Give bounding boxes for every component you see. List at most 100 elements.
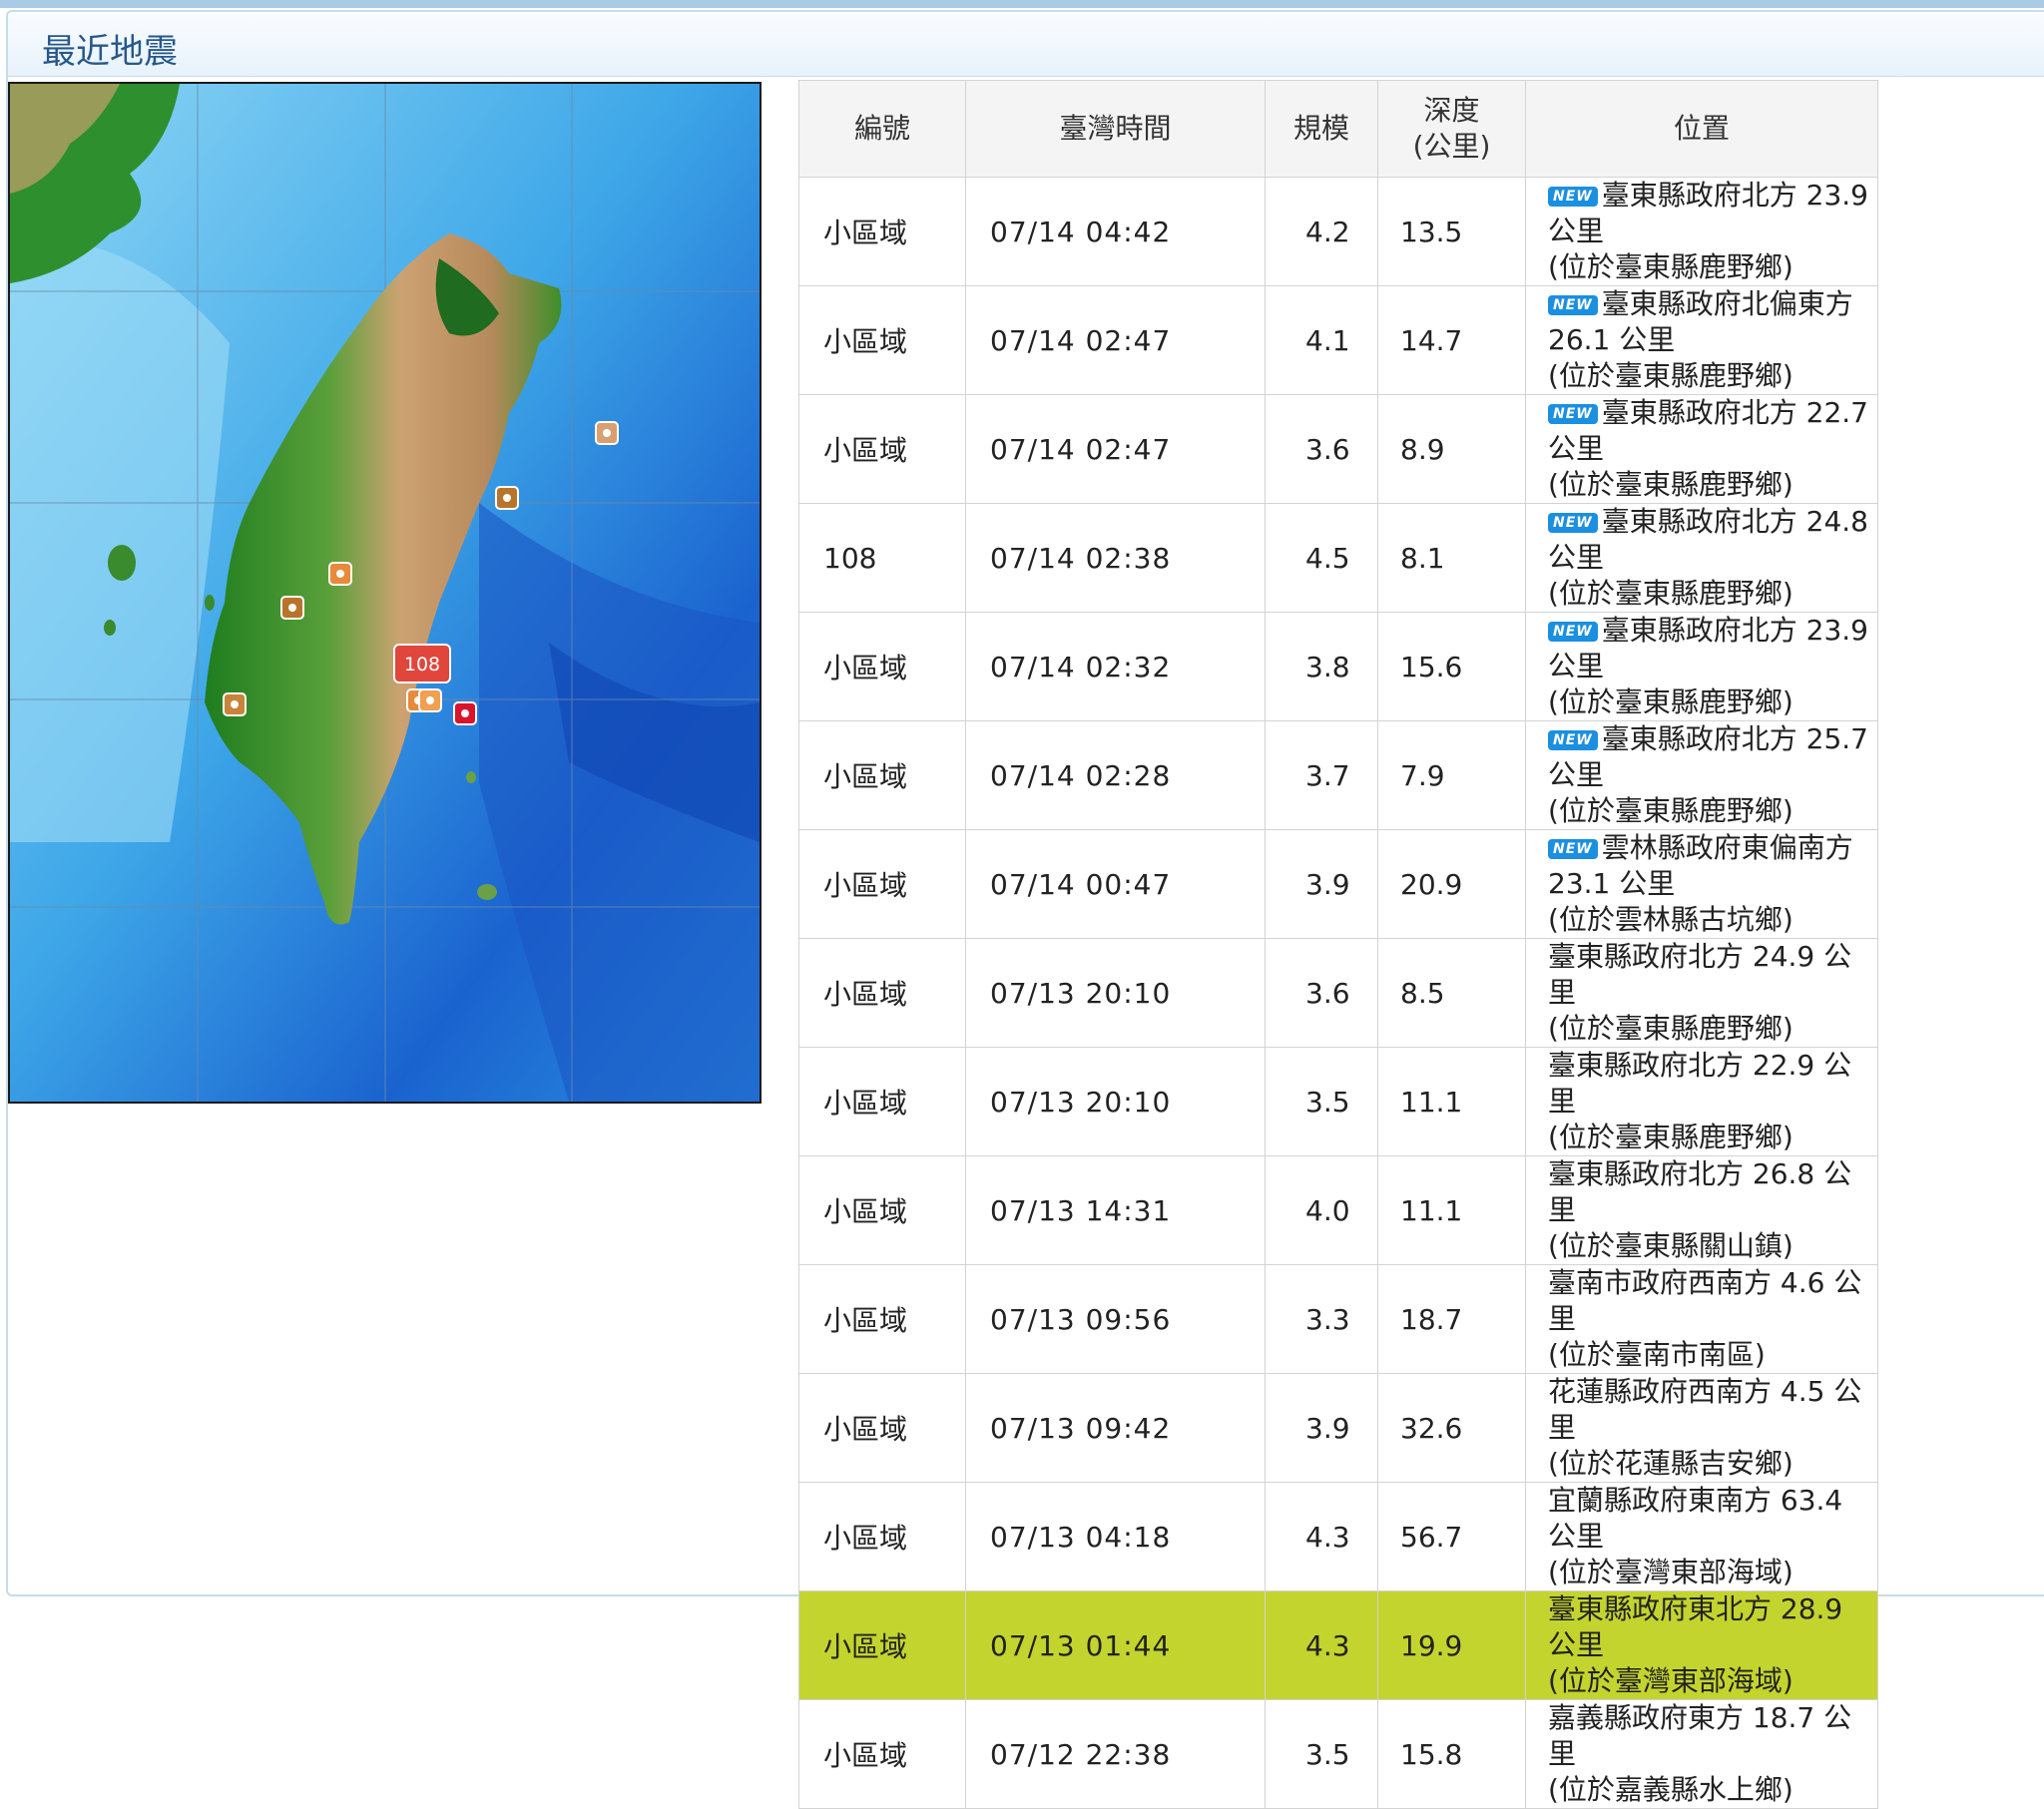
cell-magnitude: 4.5 [1265,503,1378,613]
cell-id: 小區域 [798,829,966,939]
table-row[interactable]: 小區域 07/14 02:32 3.8 15.6 NEW 臺東縣政府北方 23.9 公里(… [798,612,1878,721]
cell-magnitude: 4.3 [1265,1590,1378,1700]
column-header-magnitude: 規模 [1265,80,1378,178]
location-district: (位於臺東縣關山鎮) [1548,1229,1793,1262]
location-district: (位於臺灣東部海域) [1548,1556,1793,1588]
location-district: (位於臺東縣鹿野鄉) [1548,468,1793,501]
cell-id: 小區域 [798,612,966,721]
cell-location[interactable]: NEW 臺東縣政府北方 23.9 公里 (位於臺東縣鹿野鄉) [1525,177,1878,286]
cell-location[interactable]: 花蓮縣政府西南方 4.5 公里 (位於花蓮縣吉安鄉) [1525,1373,1878,1483]
epicenter-marker[interactable] [280,596,304,620]
location-text: 臺東縣政府北方 24.9 公里 [1548,940,1852,1009]
cell-depth: 32.6 [1377,1373,1526,1483]
table-row[interactable]: 小區域 07/14 02:47 4.1 14.7 NEW 臺東縣政府北偏東方 26.1 公… [798,285,1878,395]
table-row[interactable]: 小區域 07/13 20:10 3.6 8.5 臺東縣政府北方 24.9 公里 (位於臺東… [798,938,1878,1048]
cell-location[interactable]: NEW 臺東縣政府北方 25.7 公里 (位於臺東縣鹿野鄉) [1525,720,1878,830]
location-district: (位於嘉義縣水上鄉) [1548,1773,1793,1806]
epicenter-marker[interactable] [328,562,352,586]
location-district: (位於雲林縣古坑鄉) [1548,903,1793,936]
cell-magnitude: 3.9 [1265,1373,1378,1483]
cell-magnitude: 3.8 [1265,612,1378,721]
new-badge: NEW [1548,730,1598,750]
new-badge: NEW [1548,839,1598,859]
cell-magnitude: 3.6 [1265,938,1378,1048]
location-district: (位於臺東縣鹿野鄉) [1548,1121,1793,1153]
location-district: (位於臺南市南區) [1548,1338,1766,1371]
cell-depth: 8.5 [1377,938,1526,1048]
cell-location[interactable]: NEW 臺東縣政府北方 24.8 公里 (位於臺東縣鹿野鄉) [1525,503,1878,613]
cell-time: 07/14 00:47 [965,829,1266,939]
top-strip [0,0,2044,8]
featured-quake-label: 108 [404,654,440,676]
cell-magnitude: 3.6 [1265,394,1378,504]
cell-id: 小區域 [798,1699,966,1809]
location-text: 花蓮縣政府西南方 4.5 公里 [1548,1375,1862,1444]
location-text: 臺東縣政府東北方 28.9 公里 [1548,1592,1843,1661]
featured-quake-marker[interactable]: 108 [393,644,451,683]
cell-id: 108 [798,503,966,613]
cell-location[interactable]: 宜蘭縣政府東南方 63.4 公里 (位於臺灣東部海域) [1525,1482,1878,1591]
table-row[interactable]: 小區域 07/14 02:47 3.6 8.9 NEW 臺東縣政府北方 22.7 公里 (位… [798,394,1878,504]
cell-id: 小區域 [798,938,966,1048]
location-text: 臺東縣政府北方 26.8 公里 [1548,1157,1852,1226]
depth-header-line2: (公里) [1412,130,1491,163]
earthquake-table: 編號 臺灣時間 規模 深度 (公里) 位置 小區域 07/14 04:42 4.2 1… [798,80,1878,1809]
cell-location[interactable]: 臺東縣政府東北方 28.9 公里 (位於臺灣東部海域) [1525,1590,1878,1700]
cell-depth: 20.9 [1377,829,1526,939]
cell-location[interactable]: 嘉義縣政府東方 18.7 公里 (位於嘉義縣水上鄉) [1525,1699,1878,1809]
map-canvas: 108 [10,84,760,1102]
location-district: (位於臺灣東部海域) [1548,1664,1793,1697]
epicenter-marker[interactable] [418,688,442,712]
table-row[interactable]: 小區域 07/13 04:18 4.3 56.7 宜蘭縣政府東南方 63.4 公里 (位於… [798,1482,1878,1591]
cell-depth: 11.1 [1377,1047,1526,1156]
cell-depth: 8.1 [1377,503,1526,613]
location-district: (位於臺東縣鹿野鄉) [1548,359,1793,392]
cell-depth: 56.7 [1377,1482,1526,1591]
location-district: (位於臺東縣鹿野鄉) [1548,1012,1793,1045]
cell-location[interactable]: 臺東縣政府北方 22.9 公里 (位於臺東縣鹿野鄉) [1525,1047,1878,1156]
cell-magnitude: 4.2 [1265,177,1378,286]
epicenter-marker[interactable] [223,692,247,716]
table-header-row: 編號 臺灣時間 規模 深度 (公里) 位置 [798,80,1878,178]
cell-location[interactable]: NEW 臺東縣政府北方 23.9 公里 (位於臺東縣鹿野鄉) [1525,612,1878,721]
table-row[interactable]: 小區域 07/14 02:28 3.7 7.9 NEW 臺東縣政府北方 25.7 公里 (位… [798,720,1878,830]
cell-time: 07/14 02:32 [965,612,1266,721]
panel-header: 最近地震 [8,14,2044,77]
table-row[interactable]: 小區域 07/13 09:56 3.3 18.7 臺南市政府西南方 4.6 公里 (位於臺… [798,1264,1878,1374]
epicenter-marker-latest[interactable] [453,701,477,725]
cell-depth: 19.9 [1377,1590,1526,1700]
location-text: 臺東縣政府北方 22.9 公里 [1548,1049,1852,1118]
cell-magnitude: 3.5 [1265,1699,1378,1809]
table-row[interactable]: 小區域 07/12 22:38 3.5 15.8 嘉義縣政府東方 18.7 公里 (位於嘉… [798,1699,1878,1809]
cell-magnitude: 4.3 [1265,1482,1378,1591]
table-row[interactable]: 小區域 07/13 01:44 4.3 19.9 臺東縣政府東北方 28.9 公里 (位於… [798,1590,1878,1700]
cell-location[interactable]: 臺東縣政府北方 24.9 公里 (位於臺東縣鹿野鄉) [1525,938,1878,1048]
location-district: (位於花蓮縣吉安鄉) [1548,1447,1793,1480]
table-row[interactable]: 小區域 07/14 04:42 4.2 13.5 NEW 臺東縣政府北方 23.9 公里(… [798,177,1878,286]
table-row[interactable]: 小區域 07/13 09:42 3.9 32.6 花蓮縣政府西南方 4.5 公里 (位於花… [798,1373,1878,1483]
new-badge: NEW [1548,187,1598,207]
cell-location[interactable]: 臺東縣政府北方 26.8 公里 (位於臺東縣關山鎮) [1525,1155,1878,1265]
location-district: (位於臺東縣鹿野鄉) [1548,685,1793,718]
cell-time: 07/14 02:38 [965,503,1266,613]
cell-time: 07/13 09:42 [965,1373,1266,1483]
table-row[interactable]: 小區域 07/13 14:31 4.0 11.1 臺東縣政府北方 26.8 公里 (位於臺… [798,1155,1878,1265]
location-district: (位於臺東縣鹿野鄉) [1548,250,1793,283]
cell-id: 小區域 [798,1264,966,1374]
earthquake-map[interactable]: 108 [8,82,762,1104]
table-row[interactable]: 小區域 07/14 00:47 3.9 20.9 NEW 雲林縣政府東偏南方 23.1 公… [798,829,1878,939]
cell-id: 小區域 [798,1482,966,1591]
cell-location[interactable]: NEW 雲林縣政府東偏南方 23.1 公里 (位於雲林縣古坑鄉) [1525,829,1878,939]
cell-location[interactable]: NEW 臺東縣政府北方 22.7 公里 (位於臺東縣鹿野鄉) [1525,394,1878,504]
new-badge: NEW [1548,513,1598,533]
epicenter-marker[interactable] [495,486,519,510]
cell-id: 小區域 [798,285,966,395]
cell-magnitude: 3.3 [1265,1264,1378,1374]
cell-time: 07/14 04:42 [965,177,1266,286]
cell-location[interactable]: 臺南市政府西南方 4.6 公里 (位於臺南市南區) [1525,1264,1878,1374]
cell-magnitude: 3.7 [1265,720,1378,830]
cell-location[interactable]: NEW 臺東縣政府北偏東方 26.1 公里 (位於臺東縣鹿野鄉) [1525,285,1878,395]
table-row[interactable]: 小區域 07/13 20:10 3.5 11.1 臺東縣政府北方 22.9 公里 (位於臺… [798,1047,1878,1156]
table-row[interactable]: 108 07/14 02:38 4.5 8.1 NEW 臺東縣政府北方 24.8 公里 (位… [798,503,1878,613]
epicenter-marker[interactable] [595,421,619,445]
